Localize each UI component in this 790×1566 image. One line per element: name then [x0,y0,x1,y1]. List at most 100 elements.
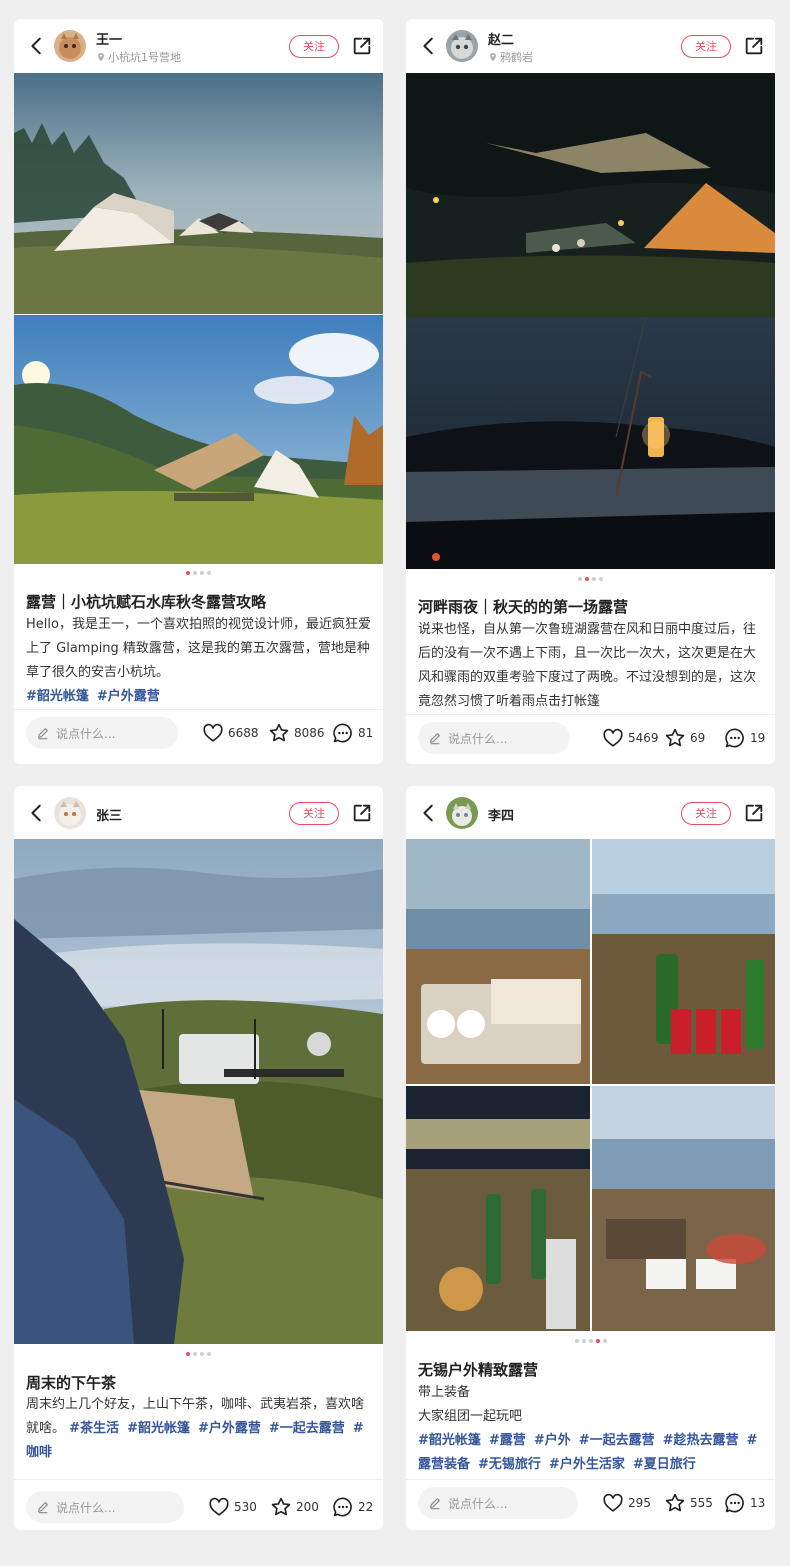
carousel-dot[interactable] [592,577,596,581]
carousel-dot[interactable] [595,1339,600,1343]
carousel-dot[interactable] [602,1339,607,1343]
carousel-dot[interactable] [207,1352,211,1356]
post-body: 说来也怪，自从第一次鲁班湖露营在风和日丽中度过后，往后的没有一次不遇上下雨，且一… [418,618,764,714]
back-arrow-icon[interactable] [26,802,48,824]
post-title: 无锡户外精致露营 [418,1361,539,1379]
share-icon[interactable] [743,35,765,57]
carousel-dot[interactable] [599,577,603,581]
carousel-dot[interactable] [581,1339,586,1343]
tag[interactable]: #韶光帐篷 [127,1421,190,1436]
carousel-dot[interactable] [200,1352,204,1356]
carousel-dot[interactable] [585,577,589,581]
post-header: 赵二 鸦鹤岩 关注 [406,19,775,73]
pencil-icon [428,1496,442,1510]
favorite-button[interactable]: 555 [664,1492,713,1514]
comment-input[interactable]: 说点什么... [418,1487,578,1519]
carousel-dot[interactable] [200,571,204,575]
like-button[interactable]: 5469 [602,727,659,749]
username[interactable]: 李四 [488,805,514,824]
comment-button[interactable]: 81 [332,722,373,744]
like-button[interactable]: 530 [208,1496,257,1518]
comment-count: 22 [358,1500,374,1514]
post-image-sunny-camp[interactable] [14,315,383,564]
location[interactable]: 鸦鹤岩 [488,49,533,65]
comment-input[interactable]: 说点什么... [26,1491,184,1523]
like-button[interactable]: 6688 [202,722,259,744]
comment-count: 81 [358,726,374,740]
favorite-button[interactable]: 200 [270,1496,319,1518]
tag[interactable]: #一起去露营 [269,1421,345,1436]
comment-input[interactable]: 说点什么... [418,722,570,754]
tag[interactable]: #茶生活 [69,1421,119,1436]
post-image-foggy-camp[interactable] [14,73,383,314]
favorite-button[interactable]: 8086 [268,722,325,744]
post-header: 李四 关注 [406,786,775,840]
favorite-button[interactable]: 69 [664,727,705,749]
tag[interactable]: #趁热去露营 [663,1433,739,1448]
tag[interactable]: #一起去露营 [579,1433,655,1448]
username[interactable]: 赵二 [488,29,514,48]
star-icon [664,727,686,749]
comment-button[interactable]: 19 [724,727,765,749]
post-image-lantern[interactable] [406,317,775,569]
back-arrow-icon[interactable] [26,35,48,57]
tag[interactable]: #韶光帐篷 [418,1433,481,1448]
pencil-icon [428,731,442,745]
tag[interactable]: #户外露营 [97,689,160,704]
comment-input[interactable]: 说点什么... [26,717,178,749]
comment-button[interactable]: 22 [332,1496,373,1518]
share-icon[interactable] [351,802,373,824]
post-body-text: Hello，我是王一，一个喜欢拍照的视觉设计师，最近疯狂爱上了 Glamping… [26,617,371,680]
like-count: 5469 [628,731,659,745]
tag[interactable]: #露营 [489,1433,526,1448]
avatar[interactable] [54,30,86,62]
carousel-dot[interactable] [574,1339,579,1343]
post-title: 周末的下午茶 [26,1374,117,1392]
carousel-dot[interactable] [186,571,190,575]
carousel-dot[interactable] [578,577,582,581]
tag[interactable]: #夏日旅行 [633,1457,696,1472]
tag[interactable]: #户外生活家 [549,1457,625,1472]
heart-icon [602,1492,624,1514]
comment-button[interactable]: 13 [724,1492,765,1514]
follow-button[interactable]: 关注 [289,35,339,58]
post-card-2: 赵二 鸦鹤岩 关注 河畔雨夜｜秋天的的第一场露营 说来也怪，自从第一次鲁班湖露营… [406,19,775,764]
post-title: 河畔雨夜｜秋天的的第一场露营 [418,598,629,616]
favorite-count: 8086 [294,726,325,740]
carousel-dot[interactable] [193,571,197,575]
heart-icon [202,722,224,744]
tag[interactable]: #无锡旅行 [478,1457,541,1472]
heart-icon [208,1496,230,1518]
back-arrow-icon[interactable] [418,35,440,57]
avatar[interactable] [446,797,478,829]
location[interactable]: 小杭坑1号营地 [96,49,181,65]
carousel-dot[interactable] [193,1352,197,1356]
follow-button[interactable]: 关注 [289,802,339,825]
username[interactable]: 王一 [96,29,122,48]
post-image-tea-on-hill[interactable] [14,839,383,1344]
avatar[interactable] [54,797,86,829]
post-body: 周末约上几个好友，上山下午茶，咖啡、武夷岩茶，喜欢啥就啥。 #茶生活 #韶光帐篷 #… [26,1393,372,1465]
back-arrow-icon[interactable] [418,802,440,824]
carousel-dot[interactable] [207,571,211,575]
carousel-dot[interactable] [588,1339,593,1343]
username[interactable]: 张三 [96,805,122,824]
tag[interactable]: #韶光帐篷 [26,689,89,704]
post-image-night-camp[interactable] [406,73,775,317]
share-icon[interactable] [743,802,765,824]
like-button[interactable]: 295 [602,1492,651,1514]
tag[interactable]: #户外 [534,1433,571,1448]
follow-button[interactable]: 关注 [681,35,731,58]
star-icon [270,1496,292,1518]
post-body-line: 带上装备 [418,1385,471,1400]
tag[interactable]: #户外露营 [198,1421,261,1436]
star-icon [664,1492,686,1514]
avatar[interactable] [446,30,478,62]
pencil-icon [36,726,50,740]
carousel-dot[interactable] [186,1352,190,1356]
share-icon[interactable] [351,35,373,57]
favorite-count: 200 [296,1500,319,1514]
divider [406,1479,775,1480]
follow-button[interactable]: 关注 [681,802,731,825]
post-image-grid[interactable] [406,839,775,1331]
